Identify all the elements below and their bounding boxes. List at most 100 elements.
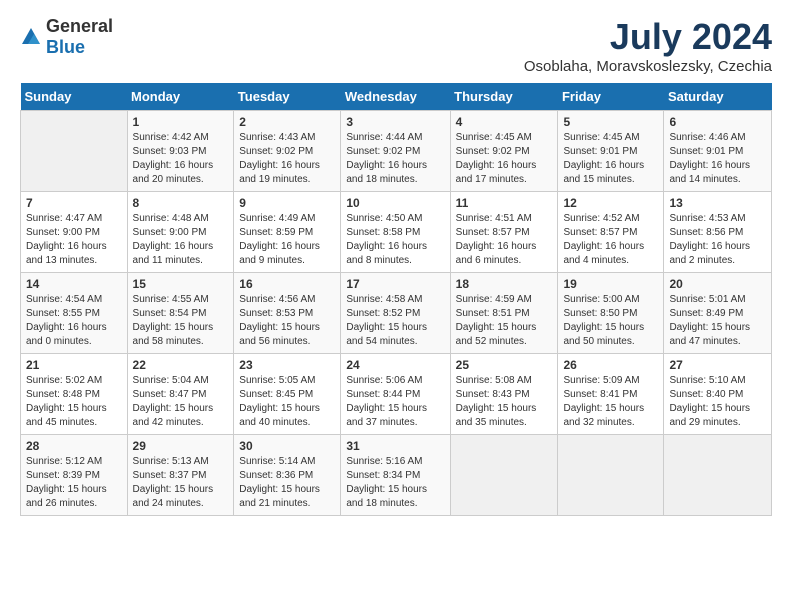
day-number: 25 xyxy=(456,358,553,372)
calendar-cell: 11 Sunrise: 4:51 AM Sunset: 8:57 PM Dayli… xyxy=(450,192,558,273)
calendar-cell: 30 Sunrise: 5:14 AM Sunset: 8:36 PM Dayli… xyxy=(234,435,341,516)
calendar-cell: 6 Sunrise: 4:46 AM Sunset: 9:01 PM Daylig… xyxy=(664,111,772,192)
day-info: Sunrise: 5:14 AM Sunset: 8:36 PM Dayligh… xyxy=(239,455,335,511)
calendar-week-4: 21 Sunrise: 5:02 AM Sunset: 8:48 PM Dayli… xyxy=(21,354,772,435)
day-info: Sunrise: 4:45 AM Sunset: 9:02 PM Dayligh… xyxy=(456,131,553,187)
calendar-week-3: 14 Sunrise: 4:54 AM Sunset: 8:55 PM Dayli… xyxy=(21,273,772,354)
day-number: 30 xyxy=(239,439,335,453)
col-tuesday: Tuesday xyxy=(234,83,341,111)
day-info: Sunrise: 5:16 AM Sunset: 8:34 PM Dayligh… xyxy=(346,455,444,511)
calendar-week-1: 1Sunrise: 4:42 AM Sunset: 9:03 PM Daylig… xyxy=(21,111,772,192)
calendar-cell: 2 Sunrise: 4:43 AM Sunset: 9:02 PM Daylig… xyxy=(234,111,341,192)
day-info: Sunrise: 5:05 AM Sunset: 8:45 PM Dayligh… xyxy=(239,374,335,430)
day-number: 13 xyxy=(669,196,766,210)
col-saturday: Saturday xyxy=(664,83,772,111)
calendar-cell: 7 Sunrise: 4:47 AM Sunset: 9:00 PM Daylig… xyxy=(21,192,128,273)
day-info: Sunrise: 4:44 AM Sunset: 9:02 PM Dayligh… xyxy=(346,131,444,187)
calendar-cell: 29 Sunrise: 5:13 AM Sunset: 8:37 PM Dayli… xyxy=(127,435,234,516)
day-number: 22 xyxy=(133,358,229,372)
day-number: 28 xyxy=(26,439,122,453)
day-info: Sunrise: 4:49 AM Sunset: 8:59 PM Dayligh… xyxy=(239,212,335,268)
logo-general: General xyxy=(46,16,113,36)
day-number: 16 xyxy=(239,277,335,291)
day-number: 10 xyxy=(346,196,444,210)
day-number: 9 xyxy=(239,196,335,210)
calendar-cell: 27 Sunrise: 5:10 AM Sunset: 8:40 PM Dayli… xyxy=(664,354,772,435)
calendar-cell xyxy=(450,435,558,516)
calendar-cell xyxy=(21,111,128,192)
calendar-cell: 4 Sunrise: 4:45 AM Sunset: 9:02 PM Daylig… xyxy=(450,111,558,192)
calendar-cell: 10 Sunrise: 4:50 AM Sunset: 8:58 PM Dayli… xyxy=(341,192,450,273)
day-number: 21 xyxy=(26,358,122,372)
day-number: 3 xyxy=(346,115,444,129)
col-friday: Friday xyxy=(558,83,664,111)
day-info: Sunrise: 4:52 AM Sunset: 8:57 PM Dayligh… xyxy=(563,212,658,268)
day-info: Sunrise: 4:45 AM Sunset: 9:01 PM Dayligh… xyxy=(563,131,658,187)
day-info: Sunrise: 4:46 AM Sunset: 9:01 PM Dayligh… xyxy=(669,131,766,187)
day-info: Sunrise: 4:50 AM Sunset: 8:58 PM Dayligh… xyxy=(346,212,444,268)
logo-text: General Blue xyxy=(46,16,113,58)
day-info: Sunrise: 5:12 AM Sunset: 8:39 PM Dayligh… xyxy=(26,455,122,511)
day-number: 17 xyxy=(346,277,444,291)
day-info: Sunrise: 4:55 AM Sunset: 8:54 PM Dayligh… xyxy=(133,293,229,349)
day-info: Sunrise: 5:04 AM Sunset: 8:47 PM Dayligh… xyxy=(133,374,229,430)
calendar-cell: 25 Sunrise: 5:08 AM Sunset: 8:43 PM Dayli… xyxy=(450,354,558,435)
logo-icon xyxy=(20,26,42,48)
day-number: 20 xyxy=(669,277,766,291)
day-info: Sunrise: 5:08 AM Sunset: 8:43 PM Dayligh… xyxy=(456,374,553,430)
day-number: 7 xyxy=(26,196,122,210)
day-number: 2 xyxy=(239,115,335,129)
day-number: 24 xyxy=(346,358,444,372)
calendar-cell: 22 Sunrise: 5:04 AM Sunset: 8:47 PM Dayli… xyxy=(127,354,234,435)
day-info: Sunrise: 5:09 AM Sunset: 8:41 PM Dayligh… xyxy=(563,374,658,430)
day-number: 11 xyxy=(456,196,553,210)
col-thursday: Thursday xyxy=(450,83,558,111)
calendar-cell: 3 Sunrise: 4:44 AM Sunset: 9:02 PM Daylig… xyxy=(341,111,450,192)
calendar-cell: 13 Sunrise: 4:53 AM Sunset: 8:56 PM Dayli… xyxy=(664,192,772,273)
calendar-cell: 17 Sunrise: 4:58 AM Sunset: 8:52 PM Dayli… xyxy=(341,273,450,354)
calendar-cell: 8 Sunrise: 4:48 AM Sunset: 9:00 PM Daylig… xyxy=(127,192,234,273)
title-area: July 2024 Osoblaha, Moravskoslezsky, Cze… xyxy=(524,16,772,75)
col-sunday: Sunday xyxy=(21,83,128,111)
day-number: 31 xyxy=(346,439,444,453)
day-info: Sunrise: 5:02 AM Sunset: 8:48 PM Dayligh… xyxy=(26,374,122,430)
day-number: 29 xyxy=(133,439,229,453)
subtitle: Osoblaha, Moravskoslezsky, Czechia xyxy=(524,58,772,75)
calendar-cell: 26 Sunrise: 5:09 AM Sunset: 8:41 PM Dayli… xyxy=(558,354,664,435)
day-info: Sunrise: 4:51 AM Sunset: 8:57 PM Dayligh… xyxy=(456,212,553,268)
calendar-cell: 31 Sunrise: 5:16 AM Sunset: 8:34 PM Dayli… xyxy=(341,435,450,516)
calendar-cell: 5Sunrise: 4:45 AM Sunset: 9:01 PM Daylig… xyxy=(558,111,664,192)
calendar-cell: 28 Sunrise: 5:12 AM Sunset: 8:39 PM Dayli… xyxy=(21,435,128,516)
day-info: Sunrise: 4:48 AM Sunset: 9:00 PM Dayligh… xyxy=(133,212,229,268)
calendar-cell: 9 Sunrise: 4:49 AM Sunset: 8:59 PM Daylig… xyxy=(234,192,341,273)
day-number: 6 xyxy=(669,115,766,129)
day-number: 8 xyxy=(133,196,229,210)
day-info: Sunrise: 4:42 AM Sunset: 9:03 PM Dayligh… xyxy=(133,131,229,187)
day-info: Sunrise: 4:53 AM Sunset: 8:56 PM Dayligh… xyxy=(669,212,766,268)
day-info: Sunrise: 4:58 AM Sunset: 8:52 PM Dayligh… xyxy=(346,293,444,349)
day-number: 14 xyxy=(26,277,122,291)
day-info: Sunrise: 5:06 AM Sunset: 8:44 PM Dayligh… xyxy=(346,374,444,430)
calendar-cell xyxy=(558,435,664,516)
day-number: 12 xyxy=(563,196,658,210)
day-number: 4 xyxy=(456,115,553,129)
calendar-cell: 23Sunrise: 5:05 AM Sunset: 8:45 PM Dayli… xyxy=(234,354,341,435)
day-info: Sunrise: 4:43 AM Sunset: 9:02 PM Dayligh… xyxy=(239,131,335,187)
main-title: July 2024 xyxy=(524,16,772,58)
calendar-week-2: 7 Sunrise: 4:47 AM Sunset: 9:00 PM Daylig… xyxy=(21,192,772,273)
logo-blue: Blue xyxy=(46,37,85,57)
calendar-cell: 16Sunrise: 4:56 AM Sunset: 8:53 PM Dayli… xyxy=(234,273,341,354)
day-info: Sunrise: 5:10 AM Sunset: 8:40 PM Dayligh… xyxy=(669,374,766,430)
day-number: 15 xyxy=(133,277,229,291)
day-number: 27 xyxy=(669,358,766,372)
day-info: Sunrise: 5:13 AM Sunset: 8:37 PM Dayligh… xyxy=(133,455,229,511)
day-info: Sunrise: 4:54 AM Sunset: 8:55 PM Dayligh… xyxy=(26,293,122,349)
day-info: Sunrise: 4:47 AM Sunset: 9:00 PM Dayligh… xyxy=(26,212,122,268)
day-number: 26 xyxy=(563,358,658,372)
calendar-cell: 1Sunrise: 4:42 AM Sunset: 9:03 PM Daylig… xyxy=(127,111,234,192)
calendar-cell: 24 Sunrise: 5:06 AM Sunset: 8:44 PM Dayli… xyxy=(341,354,450,435)
calendar-cell: 18Sunrise: 4:59 AM Sunset: 8:51 PM Dayli… xyxy=(450,273,558,354)
page: General Blue July 2024 Osoblaha, Moravsk… xyxy=(0,0,792,526)
calendar-cell: 14 Sunrise: 4:54 AM Sunset: 8:55 PM Dayli… xyxy=(21,273,128,354)
col-monday: Monday xyxy=(127,83,234,111)
